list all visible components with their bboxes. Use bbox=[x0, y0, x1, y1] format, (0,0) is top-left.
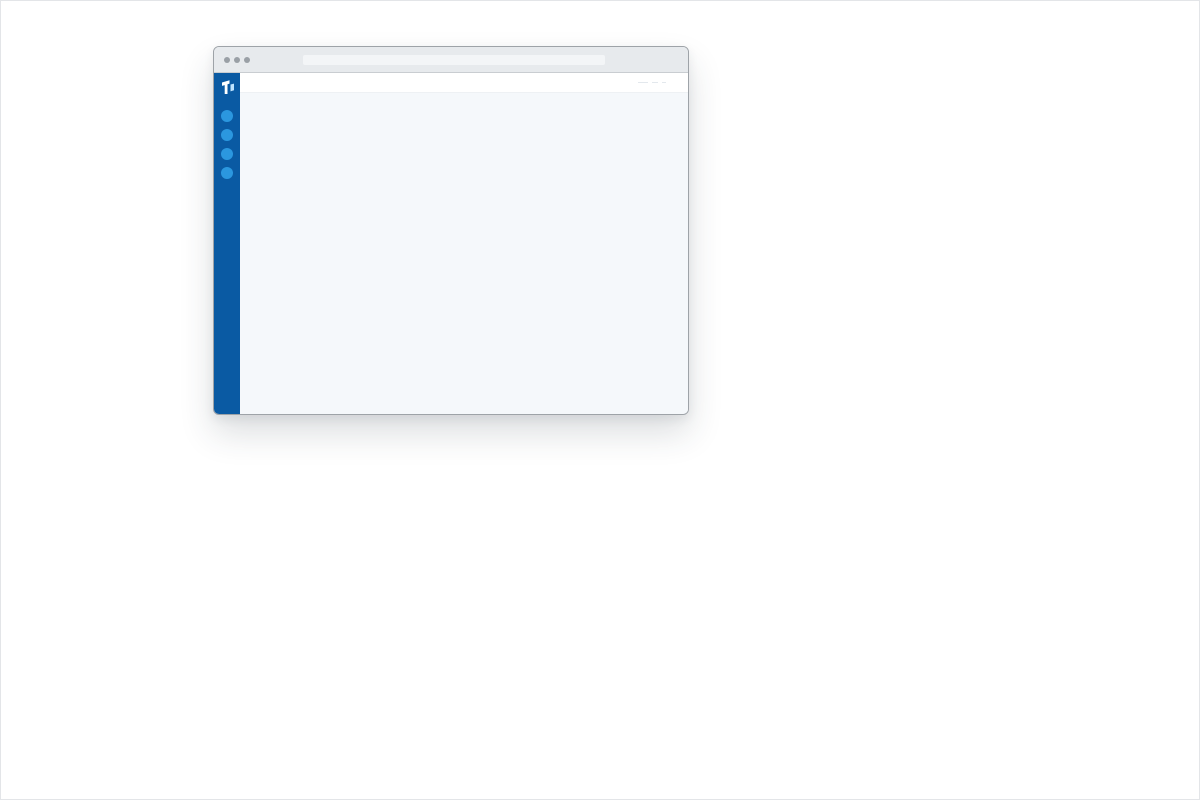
sidebar-item-2[interactable] bbox=[221, 129, 233, 141]
browser-window bbox=[213, 46, 689, 415]
sidebar-item-3[interactable] bbox=[221, 148, 233, 160]
address-bar[interactable] bbox=[303, 55, 605, 65]
app-top-bar bbox=[240, 73, 688, 93]
minimize-window-icon[interactable] bbox=[234, 57, 240, 63]
close-window-icon[interactable] bbox=[224, 57, 230, 63]
main-content-area bbox=[240, 93, 688, 414]
app-sidebar bbox=[214, 73, 240, 414]
sidebar-item-1[interactable] bbox=[221, 110, 233, 122]
top-bar-placeholder-mark bbox=[638, 82, 648, 83]
top-bar-placeholder-mark bbox=[652, 82, 658, 83]
brand-logo-icon[interactable] bbox=[221, 79, 235, 95]
page-frame bbox=[0, 0, 1200, 800]
sidebar-item-4[interactable] bbox=[221, 167, 233, 179]
browser-titlebar[interactable] bbox=[214, 47, 688, 73]
top-bar-placeholder-mark bbox=[662, 82, 666, 83]
maximize-window-icon[interactable] bbox=[244, 57, 250, 63]
